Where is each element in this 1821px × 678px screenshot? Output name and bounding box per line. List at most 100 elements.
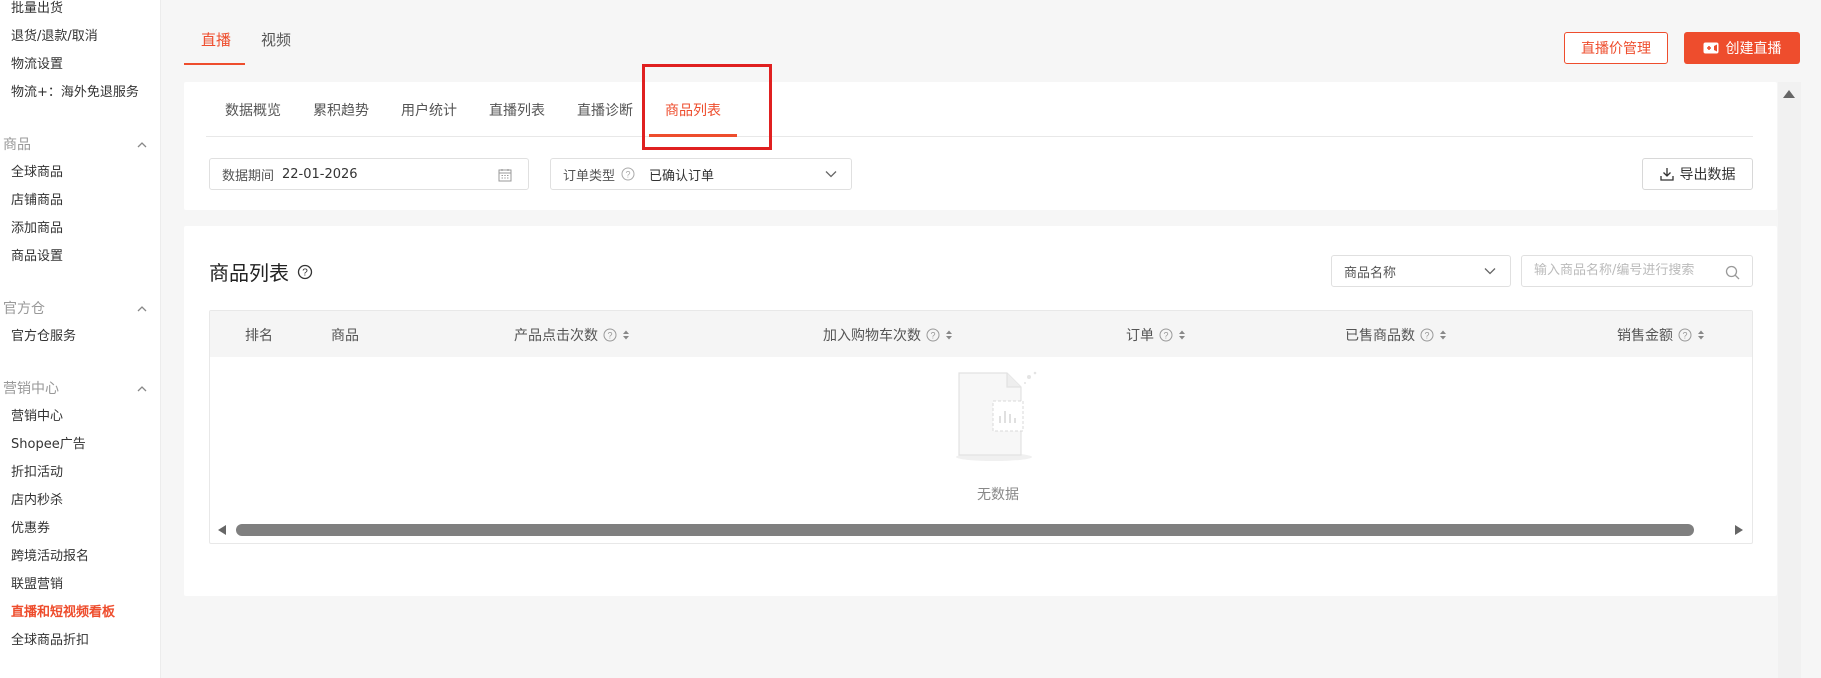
column-header-clicks[interactable]: 产品点击次数 ? <box>514 325 630 345</box>
sidebar-item-add-product[interactable]: 添加商品 <box>11 220 63 238</box>
export-data-label: 导出数据 <box>1679 167 1736 183</box>
chevron-up-icon <box>137 142 147 148</box>
sidebar-item-discount[interactable]: 折扣活动 <box>11 464 63 482</box>
sidebar-item-returns[interactable]: 退货/退款/取消 <box>11 28 98 46</box>
svg-text:?: ? <box>930 331 935 341</box>
create-live-button[interactable]: 创建直播 <box>1684 32 1800 64</box>
sidebar-section-products[interactable]: 商品 <box>3 136 148 154</box>
table-header: 排名 商品 产品点击次数 ? 加入购物车次数 ? 订单 ? 已售商品数 ? 销售… <box>210 311 1752 357</box>
sidebar-section-label: 官方仓 <box>3 301 45 317</box>
column-header-sales-amount[interactable]: 销售金额 ? <box>1617 325 1705 345</box>
help-icon[interactable]: ? <box>297 264 313 280</box>
empty-data-icon <box>956 371 1037 461</box>
sidebar-item-bulk-ship[interactable]: 批量出货 <box>11 0 63 18</box>
sidebar-item-shop-products[interactable]: 店铺商品 <box>11 192 63 210</box>
sidebar-item-logistics[interactable]: 物流设置 <box>11 56 63 74</box>
sidebar-section-label: 营销中心 <box>3 381 59 397</box>
svg-text:?: ? <box>626 170 631 180</box>
subtab-user-stats[interactable]: 用户统计 <box>401 100 457 120</box>
subtab-overview[interactable]: 数据概览 <box>225 100 281 120</box>
sidebar-item-flash-sale[interactable]: 店内秒杀 <box>11 492 63 510</box>
column-header-product: 商品 <box>331 325 359 345</box>
help-icon[interactable]: ? <box>926 328 940 342</box>
chevron-down-icon <box>1484 268 1496 275</box>
svg-text:?: ? <box>607 331 612 341</box>
search-field-value: 商品名称 <box>1344 265 1397 281</box>
column-label: 产品点击次数 <box>514 328 598 344</box>
chevron-up-icon <box>137 386 147 392</box>
subtab-live-diagnosis[interactable]: 直播诊断 <box>577 100 633 120</box>
sidebar-item-marketing-center[interactable]: 营销中心 <box>11 408 63 426</box>
tab-divider <box>206 136 1753 137</box>
column-label: 加入购物车次数 <box>823 328 921 344</box>
search-field-select[interactable]: 商品名称 <box>1331 255 1511 287</box>
order-type-label: 订单类型 <box>563 168 616 184</box>
tab-live[interactable]: 直播 <box>201 29 231 50</box>
help-icon[interactable]: ? <box>1420 328 1434 342</box>
order-type-value: 已确认订单 <box>649 168 715 184</box>
sidebar-item-live-dashboard[interactable]: 直播和短视频看板 <box>11 604 115 622</box>
empty-data-text: 无数据 <box>977 487 1019 503</box>
help-icon[interactable]: ? <box>1678 328 1692 342</box>
help-icon[interactable]: ? <box>1159 328 1173 342</box>
column-label: 已售商品数 <box>1345 328 1415 344</box>
sidebar-section-warehouse[interactable]: 官方仓 <box>3 300 148 318</box>
column-header-rank: 排名 <box>245 325 273 345</box>
date-period-label: 数据期间 <box>222 168 275 184</box>
sidebar-item-product-settings[interactable]: 商品设置 <box>11 248 63 266</box>
help-icon[interactable]: ? <box>603 328 617 342</box>
column-label: 商品 <box>331 328 359 344</box>
column-header-items-sold[interactable]: 已售商品数 ? <box>1345 325 1447 345</box>
sidebar-item-crossborder[interactable]: 跨境活动报名 <box>11 548 89 566</box>
sort-icon[interactable] <box>945 329 953 341</box>
sidebar-item-warehouse-service[interactable]: 官方仓服务 <box>11 328 76 346</box>
search-icon[interactable] <box>1725 265 1740 280</box>
sort-icon[interactable] <box>1439 329 1447 341</box>
svg-text:?: ? <box>1163 331 1168 341</box>
chevron-down-icon <box>825 171 837 178</box>
create-live-label: 创建直播 <box>1725 41 1782 57</box>
product-search-box[interactable] <box>1521 255 1753 287</box>
vertical-scrollbar-track[interactable] <box>1778 82 1801 678</box>
tab-video[interactable]: 视频 <box>261 29 291 50</box>
sidebar-item-vouchers[interactable]: 优惠券 <box>11 520 50 538</box>
highlight-box <box>642 64 772 150</box>
sidebar-section-marketing[interactable]: 营销中心 <box>3 380 148 398</box>
active-tab-indicator <box>184 63 245 65</box>
sort-icon[interactable] <box>622 329 630 341</box>
calendar-icon <box>498 169 512 182</box>
column-header-add-to-cart[interactable]: 加入购物车次数 ? <box>823 325 953 345</box>
sidebar: 批量出货 退货/退款/取消 物流设置 物流+：海外免退服务 商品 全球商品 店铺… <box>0 0 161 678</box>
svg-text:?: ? <box>1682 331 1687 341</box>
sort-icon[interactable] <box>1178 329 1186 341</box>
live-price-manage-button[interactable]: 直播价管理 <box>1564 32 1668 64</box>
column-label: 排名 <box>245 328 273 344</box>
product-search-input[interactable] <box>1534 263 1714 278</box>
export-data-button[interactable]: 导出数据 <box>1642 158 1753 190</box>
horizontal-scrollbar[interactable] <box>236 524 1694 536</box>
sidebar-item-shopee-ads[interactable]: Shopee广告 <box>11 436 86 454</box>
column-label: 销售金额 <box>1617 328 1673 344</box>
sidebar-item-global-discount[interactable]: 全球商品折扣 <box>11 632 89 650</box>
date-period-picker[interactable]: 数据期间 22-01-2026 <box>209 158 529 190</box>
date-period-value: 22-01-2026 <box>282 166 358 182</box>
sidebar-item-global-products[interactable]: 全球商品 <box>11 164 63 182</box>
scroll-left-arrow-icon[interactable] <box>218 525 226 535</box>
sidebar-item-logistics-plus[interactable]: 物流+：海外免退服务 <box>11 84 139 102</box>
chevron-up-icon <box>137 306 147 312</box>
svg-text:?: ? <box>1424 331 1429 341</box>
subtab-cumulative-trend[interactable]: 累积趋势 <box>313 100 369 120</box>
order-type-select[interactable]: 订单类型 ? 已确认订单 <box>550 158 852 190</box>
column-label: 订单 <box>1126 328 1154 344</box>
sidebar-item-affiliate[interactable]: 联盟营销 <box>11 576 63 594</box>
scroll-right-arrow-icon[interactable] <box>1735 525 1743 535</box>
live-price-manage-label: 直播价管理 <box>1581 41 1651 57</box>
sort-icon[interactable] <box>1697 329 1705 341</box>
subtab-live-list[interactable]: 直播列表 <box>489 100 545 120</box>
video-camera-icon <box>1703 42 1718 54</box>
help-icon[interactable]: ? <box>621 167 635 181</box>
scroll-up-arrow-icon[interactable] <box>1783 90 1795 98</box>
sidebar-section-label: 商品 <box>3 137 31 153</box>
column-header-orders[interactable]: 订单 ? <box>1126 325 1186 345</box>
svg-text:?: ? <box>302 268 308 279</box>
